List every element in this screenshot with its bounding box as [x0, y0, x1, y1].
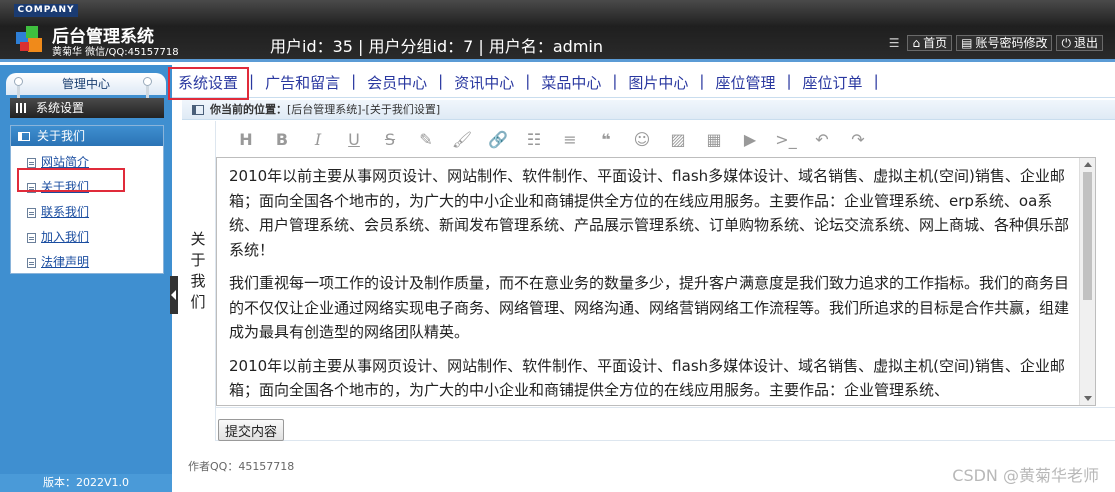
tab-news[interactable]: 资讯中心: [454, 72, 514, 93]
link-icon[interactable]: 🔗: [480, 127, 516, 151]
submit-row: 提交内容: [216, 407, 1115, 441]
document-icon: [27, 257, 36, 268]
code-icon[interactable]: >_: [768, 127, 804, 151]
paragraph: 2010年以前主要从事网页设计、网站制作、软件制作、平面设计、flash多媒体设…: [229, 356, 1065, 400]
heading-icon[interactable]: H: [228, 127, 264, 151]
watermark: CSDN @黄菊华老师: [952, 466, 1099, 485]
collapse-sidebar-handle[interactable]: [170, 276, 178, 314]
app-subtitle: 黄菊华 微信/QQ:45157718: [52, 47, 179, 58]
cubes-logo-icon: [16, 26, 42, 52]
account-icon: ▤: [961, 36, 973, 50]
tab-dishes[interactable]: 菜品中心: [541, 72, 601, 93]
home-link[interactable]: ⌂ 首页: [907, 35, 953, 51]
emoji-icon[interactable]: ☺: [624, 127, 660, 151]
undo-icon[interactable]: ↶: [804, 127, 840, 151]
pen-icon[interactable]: ✎: [408, 127, 444, 151]
scroll-down-icon[interactable]: [1084, 396, 1092, 401]
tab-ads-messages[interactable]: 广告和留言: [265, 72, 340, 93]
window-icon: [192, 105, 204, 115]
pin-icon: [143, 77, 152, 98]
tab-images[interactable]: 图片中心: [628, 72, 688, 93]
highlight-box-nav: [168, 67, 249, 100]
underline-icon[interactable]: U: [336, 127, 372, 151]
sidebar-panel: 关于我们 网站简介 关于我们 联系我们 加入我们 法律声明: [10, 125, 164, 274]
editor-content-box[interactable]: 2010年以前主要从事网页设计、网站制作、软件制作、平面设计、flash多媒体设…: [216, 157, 1096, 406]
document-icon: [27, 157, 36, 168]
submit-button[interactable]: 提交内容: [218, 419, 285, 441]
sidebar-item-legal[interactable]: 法律声明: [27, 250, 163, 275]
redo-icon[interactable]: ↷: [840, 127, 876, 151]
editor-content: 2010年以前主要从事网页设计、网站制作、软件制作、平面设计、flash多媒体设…: [229, 164, 1077, 405]
tab-seats[interactable]: 座位管理: [715, 72, 775, 93]
grid-icon: [16, 103, 28, 113]
nav-items: 系统设置 | 广告和留言 | 会员中心 | 资讯中心 | 菜品中心 | 图片中心 | 座位管…: [178, 72, 879, 93]
home-icon: ⌂: [912, 36, 921, 50]
sidebar-section-system[interactable]: 系统设置: [10, 98, 164, 118]
form-area: 关于我们 H B I U S ✎ 🖌 🔗 ☷ ≡ ❝ ☺ ▨ ▦ ▶ >_ ↶ …: [182, 121, 1115, 441]
field-label: 关于我们: [190, 230, 206, 311]
pin-icon: [14, 77, 23, 98]
change-password-link[interactable]: ▤ 账号密码修改: [956, 35, 1053, 51]
menu-icon: ☰: [888, 36, 900, 50]
sidebar-item-join[interactable]: 加入我们: [27, 225, 163, 250]
sidebar: 管理中心 系统设置 关于我们 网站简介 关于我们 联系我们 加入我们 法律声明 …: [0, 65, 172, 492]
highlight-box-sidebar: [17, 168, 125, 192]
quote-icon[interactable]: ❝: [588, 127, 624, 151]
scroll-up-icon[interactable]: [1084, 162, 1092, 167]
editor-scrollbar[interactable]: [1079, 158, 1095, 405]
top-header: COMPANY 后台管理系统 黄菊华 微信/QQ:45157718 用户id：3…: [0, 0, 1115, 62]
bold-icon[interactable]: B: [264, 127, 300, 151]
version-label: 版本：2022V1.0: [0, 474, 172, 492]
editor-toolbar: H B I U S ✎ 🖌 🔗 ☷ ≡ ❝ ☺ ▨ ▦ ▶ >_ ↶ ↷: [216, 121, 1102, 157]
tab-members[interactable]: 会员中心: [367, 72, 427, 93]
image-icon[interactable]: ▨: [660, 127, 696, 151]
italic-icon[interactable]: I: [300, 127, 336, 151]
sidebar-tab[interactable]: 管理中心: [6, 73, 166, 95]
align-icon[interactable]: ≡: [552, 127, 588, 151]
logout-link[interactable]: ⏻ 退出: [1056, 35, 1103, 51]
table-icon[interactable]: ▦: [696, 127, 732, 151]
power-icon: ⏻: [1061, 36, 1071, 50]
breadcrumb: 你当前的位置：[后台管理系统]-[关于我们设置]: [182, 100, 1115, 120]
strikethrough-icon[interactable]: S: [372, 127, 408, 151]
video-icon[interactable]: ▶: [732, 127, 768, 151]
rich-text-editor: H B I U S ✎ 🖌 🔗 ☷ ≡ ❝ ☺ ▨ ▦ ▶ >_ ↶ ↷ 201…: [216, 121, 1102, 407]
company-badge: COMPANY: [14, 4, 78, 17]
brush-icon[interactable]: 🖌: [444, 127, 480, 151]
top-links: ☰ ⌂ 首页 ▤ 账号密码修改 ⏻ 退出: [889, 35, 1103, 51]
author-qq: 作者QQ：45157718: [188, 460, 295, 473]
document-icon: [27, 232, 36, 243]
sidebar-group-about[interactable]: 关于我们: [11, 126, 163, 146]
document-icon: [27, 207, 36, 218]
tab-seat-orders[interactable]: 座位订单: [803, 72, 863, 93]
sidebar-item-contact[interactable]: 联系我们: [27, 200, 163, 225]
list-icon[interactable]: ☷: [516, 127, 552, 151]
top-nav: 系统设置 | 广告和留言 | 会员中心 | 资讯中心 | 菜品中心 | 图片中心 | 座位管…: [172, 65, 1115, 98]
scroll-thumb[interactable]: [1083, 172, 1092, 300]
folder-icon: [18, 132, 30, 141]
user-info: 用户id：35 | 用户分组id：7 | 用户名：admin: [270, 37, 604, 56]
paragraph: 我们重视每一项工作的设计及制作质量，而不在意业务的数量多少，提升客户满意度是我们…: [229, 274, 1070, 341]
paragraph: 2010年以前主要从事网页设计、网站制作、软件制作、平面设计、flash多媒体设…: [229, 167, 1070, 259]
